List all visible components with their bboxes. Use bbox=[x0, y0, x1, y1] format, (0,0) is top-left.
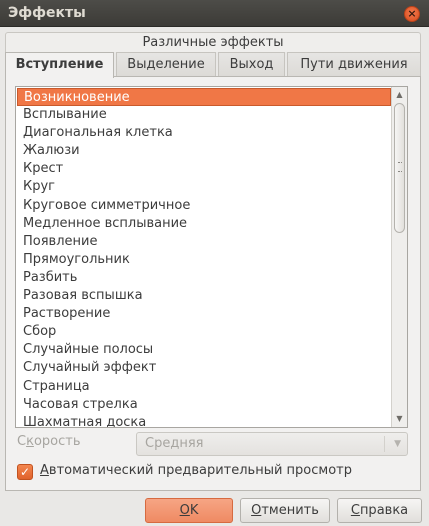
list-item[interactable]: Крест bbox=[17, 160, 391, 178]
list-item[interactable]: Часовая стрелка bbox=[17, 396, 391, 414]
list-item[interactable]: Шахматная доска bbox=[17, 414, 391, 427]
list-item[interactable]: Диагональная клетка bbox=[17, 124, 391, 142]
list-item[interactable]: Разовая вспышка bbox=[17, 287, 391, 305]
list-item[interactable]: Медленное всплывание bbox=[17, 215, 391, 233]
list-item[interactable]: Круговое симметричное bbox=[17, 197, 391, 215]
list-item[interactable]: Жалюзи bbox=[17, 142, 391, 160]
autopreview-label[interactable]: Автоматический предварительный просмотр bbox=[40, 463, 352, 478]
scroll-up-icon[interactable]: ▲ bbox=[392, 88, 407, 102]
list-item[interactable]: Случайные полосы bbox=[17, 341, 391, 359]
effects-list: Возникновение Всплывание Диагональная клет… bbox=[17, 88, 391, 427]
list-item[interactable]: Всплывание bbox=[17, 106, 391, 124]
list-item[interactable]: Растворение bbox=[17, 305, 391, 323]
list-item[interactable]: Сбор bbox=[17, 323, 391, 341]
list-item[interactable]: Возникновение bbox=[17, 88, 391, 107]
cancel-button[interactable]: Отменить bbox=[240, 498, 330, 523]
window-title: Эффекты bbox=[8, 5, 86, 21]
tab-entrance[interactable]: Вступление bbox=[5, 52, 114, 78]
speed-value: Средняя bbox=[145, 436, 204, 451]
title-bar: Эффекты × bbox=[0, 0, 429, 27]
chevron-down-icon: ▼ bbox=[394, 439, 401, 449]
close-icon[interactable]: × bbox=[404, 6, 420, 22]
speed-select[interactable]: Средняя ▼ bbox=[136, 432, 408, 456]
select-separator bbox=[384, 436, 385, 452]
list-item[interactable]: Круг bbox=[17, 178, 391, 196]
effects-group-title: Различные эффекты bbox=[5, 32, 421, 52]
list-item[interactable]: Случайный эффект bbox=[17, 359, 391, 377]
ok-button[interactable]: ОK bbox=[145, 498, 233, 523]
list-item[interactable]: Появление bbox=[17, 233, 391, 251]
scroll-down-icon[interactable]: ▼ bbox=[392, 412, 407, 426]
list-item[interactable]: Разбить bbox=[17, 269, 391, 287]
help-button[interactable]: Справка bbox=[337, 498, 422, 523]
scroll-thumb[interactable] bbox=[394, 103, 405, 233]
list-item[interactable]: Прямоугольник bbox=[17, 251, 391, 269]
effect-tabs: Вступление Выделение Выход Пути движения bbox=[5, 52, 421, 78]
tab-exit[interactable]: Выход bbox=[218, 52, 285, 77]
grip-icon bbox=[398, 162, 402, 172]
tab-motion-paths[interactable]: Пути движения bbox=[287, 52, 421, 77]
tab-emphasis[interactable]: Выделение bbox=[116, 52, 216, 77]
autopreview-checkbox[interactable]: ✓ bbox=[17, 464, 33, 480]
effects-listbox[interactable]: Возникновение Всплывание Диагональная клет… bbox=[15, 86, 408, 428]
list-item[interactable]: Страница bbox=[17, 378, 391, 396]
speed-label: Скорость bbox=[17, 434, 81, 449]
vertical-scrollbar[interactable]: ▲ ▼ bbox=[391, 87, 407, 427]
